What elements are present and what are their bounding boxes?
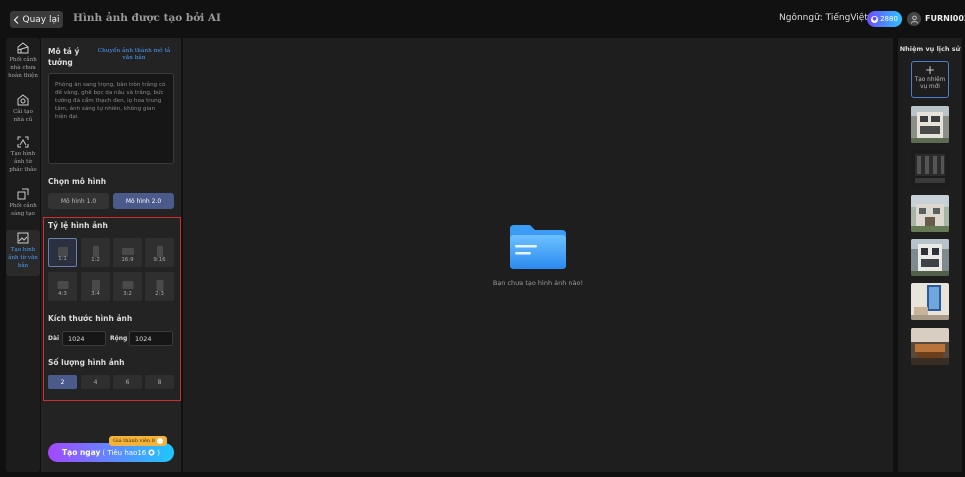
history-thumbnail[interactable] xyxy=(911,239,949,276)
ratio-option-16-9[interactable]: 16:9 xyxy=(113,238,142,267)
house-thumbnail-image xyxy=(911,239,949,276)
create-cost-end: ) xyxy=(157,448,160,457)
sketch-to-image-icon xyxy=(17,136,29,148)
chevron-left-icon xyxy=(14,15,19,24)
nav-label: Cải tạo nhà cũ xyxy=(13,109,33,123)
count-option-6[interactable]: 6 xyxy=(113,375,142,389)
image-to-text-link[interactable]: Chuyển ảnh thành mô tả văn bản xyxy=(94,48,174,62)
ratio-label: 1:1 xyxy=(58,256,67,262)
ratio-label: 1:2 xyxy=(91,257,100,263)
nav-label: Tạo hình ảnh từ phác thảo xyxy=(9,151,37,173)
create-cost: ( Tiêu hao16 xyxy=(102,448,147,457)
creative-perspective-icon xyxy=(17,188,29,200)
ratio-option-9-16[interactable]: 9:16 xyxy=(145,238,174,267)
house-sketch-icon xyxy=(17,42,29,54)
count-title: Số lượng hình ảnh xyxy=(48,358,125,367)
model-1-button[interactable]: Mô hình 1.0 xyxy=(48,193,109,209)
house-thumbnail-image xyxy=(911,195,949,232)
interior-thumbnail-image xyxy=(911,150,949,187)
ratio-shape xyxy=(92,246,99,257)
page-title: Hình ảnh được tạo bởi AI xyxy=(73,12,221,24)
coin-icon: ● xyxy=(871,15,879,23)
text-to-image-icon xyxy=(17,232,29,244)
house-renovate-icon xyxy=(17,94,29,106)
nav-item-creative[interactable]: Phối cảnh sáng tạo xyxy=(6,188,40,218)
tool-sidebar: Phối cảnh nhà chưa hoàn thiện Cải tạo nh… xyxy=(6,38,40,472)
width-label: Rộng xyxy=(110,335,128,342)
coin-icon xyxy=(148,449,155,456)
interior-thumbnail-image xyxy=(911,283,949,320)
length-label: Dài xyxy=(48,335,60,342)
coin-icon xyxy=(156,438,163,444)
credits-value: 2880 xyxy=(880,15,898,23)
back-button[interactable]: Quay lại xyxy=(10,11,63,28)
history-thumbnail[interactable] xyxy=(911,195,949,232)
ratio-label: 3:4 xyxy=(91,291,100,297)
desc-title: Mô tả ý tưởng xyxy=(48,47,80,67)
ratio-label: 4:3 xyxy=(58,291,67,297)
count-option-4[interactable]: 4 xyxy=(81,375,110,389)
nav-label: Phối cảnh nhà chưa hoàn thiện xyxy=(8,57,38,79)
ratio-option-3-2[interactable]: 3:2 xyxy=(113,272,142,301)
nav-label: Phối cảnh sáng tạo xyxy=(9,203,37,217)
promo-label: Giá thành viên 8 xyxy=(113,438,155,444)
ratio-label: 9:16 xyxy=(153,257,166,263)
plus-icon: + xyxy=(924,63,936,77)
size-title: Kích thước hình ảnh xyxy=(48,314,133,323)
new-task-label: Tạo nhiệm vụ mới xyxy=(914,77,946,90)
ratio-shape xyxy=(156,280,163,291)
model-2-button[interactable]: Mô hình 2.0 xyxy=(113,193,174,209)
count-option-8[interactable]: 8 xyxy=(145,375,174,389)
ratio-option-4-3[interactable]: 4:3 xyxy=(48,272,77,301)
member-price-badge: Giá thành viên 8 xyxy=(109,436,167,446)
ratio-shape xyxy=(156,246,163,257)
nav-item-sketch-to-image[interactable]: Tạo hình ảnh từ phác thảo xyxy=(6,136,40,174)
avatar[interactable] xyxy=(907,12,921,26)
history-thumbnail[interactable] xyxy=(911,328,949,365)
history-thumbnail[interactable] xyxy=(911,283,949,320)
idea-description-input[interactable]: Phòng ăn sang trọng, bàn tròn trắng có đ… xyxy=(48,73,174,164)
ratio-label: 16:9 xyxy=(121,257,134,263)
create-label: Tạo ngay xyxy=(62,448,101,457)
interior-thumbnail-image xyxy=(911,328,949,365)
house-thumbnail-image xyxy=(911,106,949,143)
ratio-label: 2:3 xyxy=(155,291,164,297)
ratio-shape xyxy=(122,281,133,289)
empty-folder-icon xyxy=(510,225,566,269)
nav-label: Tạo hình ảnh từ văn bản xyxy=(8,247,38,269)
model-title: Chọn mô hình xyxy=(48,177,107,186)
width-input[interactable] xyxy=(129,331,173,346)
history-title: Nhiệm vụ lịch sử xyxy=(899,45,961,53)
ratio-shape xyxy=(121,248,134,255)
language-label: Ngônngữ: TiếngViệt xyxy=(779,13,868,23)
ratio-title: Tỷ lệ hình ảnh xyxy=(48,221,108,230)
ratio-shape xyxy=(91,280,100,291)
ratio-option-2-3[interactable]: 2:3 xyxy=(145,272,174,301)
ratio-option-1-2[interactable]: 1:2 xyxy=(81,238,110,267)
ratio-option-1-1[interactable]: 1:1 xyxy=(48,238,77,267)
history-thumbnail[interactable] xyxy=(911,106,949,143)
back-label: Quay lại xyxy=(22,14,60,25)
new-task-button[interactable]: + Tạo nhiệm vụ mới xyxy=(911,61,949,98)
empty-state-text: Bạn chưa tạo hình ảnh nào! xyxy=(492,279,584,287)
language-selector[interactable]: Ngônngữ: TiếngViệt xyxy=(779,13,878,23)
nav-item-text-to-image[interactable]: Tạo hình ảnh từ văn bản xyxy=(6,230,40,276)
nav-item-renovate[interactable]: Cải tạo nhà cũ xyxy=(6,94,40,124)
ratio-shape xyxy=(57,281,68,289)
ratio-option-3-4[interactable]: 3:4 xyxy=(81,272,110,301)
length-input[interactable] xyxy=(62,331,106,346)
nav-item-unfinished-house[interactable]: Phối cảnh nhà chưa hoàn thiện xyxy=(6,42,40,80)
history-thumbnail[interactable] xyxy=(911,150,949,187)
result-area: Bạn chưa tạo hình ảnh nào! xyxy=(183,38,893,472)
credits-badge[interactable]: ● 2880 xyxy=(867,11,902,27)
ratio-label: 3:2 xyxy=(123,291,132,297)
count-option-2[interactable]: 2 xyxy=(48,375,77,389)
username[interactable]: FURNI002 xyxy=(925,14,965,23)
app-header: Quay lại Hình ảnh được tạo bởi AI Ngônng… xyxy=(0,0,965,38)
history-sidebar: Nhiệm vụ lịch sử + Tạo nhiệm vụ mới xyxy=(898,38,962,472)
user-icon xyxy=(910,15,918,24)
